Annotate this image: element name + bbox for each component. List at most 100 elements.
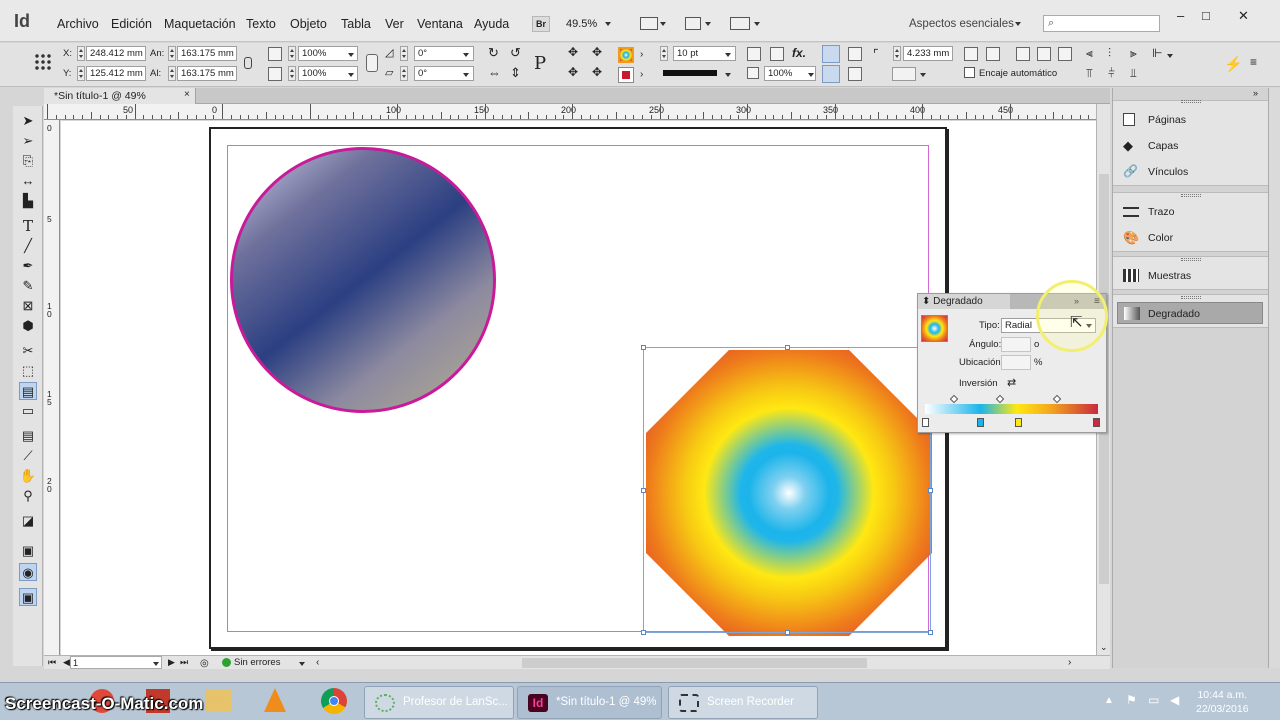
flip-horizontal-icon[interactable]: ⇔ xyxy=(488,65,501,80)
zoom-tool-icon[interactable]: ⚲ xyxy=(19,487,37,505)
rotate-ccw-icon[interactable]: ↺ xyxy=(510,45,521,61)
panel-gradient[interactable]: Degradado xyxy=(1117,302,1263,324)
fill-frame-icon[interactable] xyxy=(1016,47,1030,61)
gradient-stop-red[interactable] xyxy=(1093,418,1100,427)
tray-expand-icon[interactable]: ▲ xyxy=(1104,695,1114,706)
distribute-icon[interactable]: ⊩ xyxy=(1152,46,1162,60)
collapse-dock-icon[interactable]: » xyxy=(1253,88,1258,98)
selection-tool-icon[interactable]: ➤ xyxy=(19,112,37,130)
center-content-icon[interactable] xyxy=(1037,47,1051,61)
gradient-ramp[interactable] xyxy=(925,404,1098,414)
rotate-cw-icon[interactable]: ↻ xyxy=(488,45,499,61)
menu-objeto[interactable]: Objeto xyxy=(290,17,327,31)
constrain-proportions-icon[interactable] xyxy=(244,57,252,69)
panel-layers[interactable]: ◆ Capas xyxy=(1113,133,1269,159)
horizontal-ruler[interactable]: 0 50 100 150 200 250 300 350 400 450 xyxy=(44,104,1096,120)
screen-mode-icon[interactable] xyxy=(685,17,701,30)
page-tool-icon[interactable]: ⎘ xyxy=(19,152,37,170)
height-field[interactable]: 163.175 mm xyxy=(177,66,237,81)
reverse-gradient-icon[interactable]: ⇄ xyxy=(1007,376,1016,389)
fx-icon[interactable]: fx. xyxy=(792,46,806,60)
align-right-icon[interactable]: ⫸ xyxy=(1130,46,1137,61)
arrange-documents-icon[interactable] xyxy=(730,17,750,30)
panel-grip[interactable] xyxy=(1181,100,1201,103)
gradient-feather-tool-icon[interactable]: ▭ xyxy=(19,402,37,420)
corner-shape-selector[interactable] xyxy=(892,67,916,81)
panel-color[interactable]: 🎨 Color xyxy=(1113,225,1269,251)
resize-handle[interactable] xyxy=(928,488,933,493)
y-stepper[interactable] xyxy=(77,66,85,81)
horizontal-scroll-thumb[interactable] xyxy=(522,658,867,668)
height-stepper[interactable] xyxy=(168,66,176,81)
maximize-button[interactable]: □ xyxy=(1202,8,1210,23)
panel-pages[interactable]: Páginas xyxy=(1113,107,1269,133)
scale-x-stepper[interactable] xyxy=(288,46,296,61)
resize-handle[interactable] xyxy=(785,345,790,350)
gradient-swatch-tool-icon[interactable]: ▤ xyxy=(19,382,37,400)
prev-page-icon[interactable]: ◀ xyxy=(63,656,70,669)
quick-apply-icon[interactable]: ⚡ xyxy=(1224,55,1243,73)
next-page-icon[interactable]: ▶ xyxy=(168,656,175,669)
fill-swatch[interactable] xyxy=(618,47,634,63)
menu-ver[interactable]: Ver xyxy=(385,17,404,31)
corner-options-icon[interactable]: ⌜ xyxy=(873,47,879,61)
view-mode-icon[interactable]: ▣ xyxy=(19,588,37,606)
width-field[interactable]: 163.175 mm xyxy=(177,46,237,61)
page-number-field[interactable]: 1 xyxy=(70,656,162,669)
select-previous-icon[interactable]: ✥ xyxy=(568,65,578,79)
fit-content-icon[interactable] xyxy=(986,47,1000,61)
x-field[interactable]: 248.412 mm xyxy=(86,46,146,61)
stroke-weight-stepper[interactable] xyxy=(660,46,668,61)
zoom-dropdown-icon[interactable] xyxy=(604,19,613,28)
constrain-scale-icon[interactable] xyxy=(366,54,378,72)
resize-handle[interactable] xyxy=(785,630,790,635)
corner-shape-dropdown-icon[interactable] xyxy=(919,70,928,79)
gradient-midpoint[interactable] xyxy=(1052,394,1062,404)
tray-flag-icon[interactable]: ⚑ xyxy=(1126,693,1137,707)
taskbar-button-indesign[interactable]: Id *Sin título-1 @ 49% xyxy=(517,686,662,719)
screen-mode-dropdown-icon[interactable] xyxy=(704,19,713,28)
stroke-weight-dropdown-icon[interactable] xyxy=(724,50,733,59)
scroll-right-icon[interactable]: › xyxy=(1068,656,1071,669)
first-page-icon[interactable]: ⏮ xyxy=(48,656,56,669)
align-center-icon[interactable]: ⫶ xyxy=(1108,46,1111,61)
preflight-dropdown-icon[interactable] xyxy=(298,659,307,668)
stroke-align-center-icon[interactable] xyxy=(822,65,840,83)
panel-stroke[interactable]: Trazo xyxy=(1113,199,1269,225)
y-field[interactable]: 125.412 mm xyxy=(86,66,146,81)
view-options-dropdown-icon[interactable] xyxy=(659,19,668,28)
select-content-icon[interactable]: ✥ xyxy=(592,45,602,59)
autofit-checkbox[interactable] xyxy=(964,67,975,78)
align-bottom-icon[interactable]: ⫫ xyxy=(1130,66,1137,81)
fill-arrow-icon[interactable]: › xyxy=(640,49,643,60)
bridge-button[interactable]: Br xyxy=(532,16,550,32)
resize-handle[interactable] xyxy=(641,488,646,493)
tray-volume-icon[interactable]: ◀ xyxy=(1170,693,1179,707)
close-tab-icon[interactable]: × xyxy=(184,89,190,100)
select-next-icon[interactable]: ✥ xyxy=(592,65,602,79)
content-collector-icon[interactable]: ▙ xyxy=(19,192,37,210)
polygon-tool-icon[interactable]: ⬢ xyxy=(19,317,37,335)
drop-shadow-icon[interactable] xyxy=(747,47,761,61)
flip-vertical-icon[interactable]: ⇕ xyxy=(510,65,521,81)
align-top-icon[interactable]: ⫪ xyxy=(1086,66,1093,81)
gradient-midpoint[interactable] xyxy=(995,394,1005,404)
rotate-dropdown-icon[interactable] xyxy=(462,50,471,59)
selection-bounding-box[interactable] xyxy=(641,345,933,635)
angle-field[interactable] xyxy=(1001,337,1031,352)
menu-edicion[interactable]: Edición xyxy=(111,17,152,31)
close-button[interactable]: ✕ xyxy=(1238,8,1249,24)
control-panel-menu-icon[interactable]: ≡ xyxy=(1250,55,1257,69)
system-clock[interactable]: 10:44 a.m. 22/03/2016 xyxy=(1196,688,1249,716)
gradient-panel-tab[interactable]: ⬍ Degradado xyxy=(918,294,1010,309)
scale-y-stepper[interactable] xyxy=(288,66,296,81)
corner-size-stepper[interactable] xyxy=(893,46,901,61)
last-page-icon[interactable]: ⏭ xyxy=(180,656,188,669)
location-field[interactable] xyxy=(1001,355,1031,370)
select-container-icon[interactable]: ✥ xyxy=(568,45,578,59)
distribute-dropdown-icon[interactable] xyxy=(1166,51,1175,60)
vlc-icon[interactable] xyxy=(264,688,286,712)
align-middle-icon[interactable]: ⫩ xyxy=(1108,66,1115,81)
fit-frame-icon[interactable] xyxy=(964,47,978,61)
eyedropper-tool-icon[interactable]: ⟋ xyxy=(19,447,37,465)
